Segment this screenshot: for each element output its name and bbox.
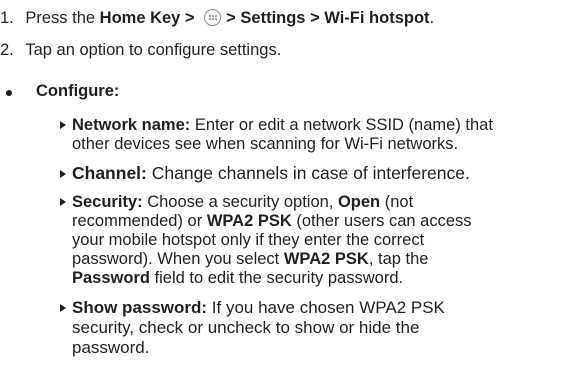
option-text: Change channels in case of interference. bbox=[146, 163, 470, 183]
option-text: field to edit the security password. bbox=[149, 269, 404, 287]
option-show-password-l3: password. bbox=[72, 338, 149, 358]
option-text: password. bbox=[72, 338, 150, 357]
option-channel: Channel: Change channels in case of inte… bbox=[60, 163, 470, 183]
password-field-label: Password bbox=[72, 269, 150, 287]
option-text: other devices see when scanning for Wi-F… bbox=[72, 135, 459, 153]
option-text: Choose a security option, bbox=[142, 193, 338, 211]
option-label: Channel: bbox=[72, 163, 147, 183]
option-label: Security: bbox=[72, 193, 143, 211]
configure-heading: Configure: bbox=[36, 81, 119, 101]
option-text: security, check or uncheck to show or hi… bbox=[72, 318, 420, 337]
step-number: 1. bbox=[0, 9, 14, 27]
option-text: (other users can access bbox=[291, 212, 472, 230]
triangle-bullet-icon bbox=[60, 304, 66, 312]
option-text: (not bbox=[380, 193, 414, 211]
option-text: password). When you select bbox=[72, 250, 284, 268]
triangle-bullet-icon bbox=[60, 198, 66, 206]
option-security-l4: password). When you select WPA2 PSK, tap… bbox=[72, 249, 428, 269]
wpa2-option: WPA2 PSK bbox=[206, 212, 292, 230]
step-text: Press the bbox=[25, 9, 100, 27]
step-1: 1. Press the Home Key > > Settings > Wi-… bbox=[0, 8, 434, 28]
triangle-bullet-icon bbox=[60, 170, 66, 178]
configure-label: Configure: bbox=[36, 82, 120, 100]
option-text: your mobile hotspot only if they enter t… bbox=[72, 231, 425, 249]
option-security: Security: Choose a security option, Open… bbox=[60, 192, 413, 212]
option-network-name: Network name: Enter or edit a network SS… bbox=[60, 115, 493, 135]
triangle-bullet-icon bbox=[60, 121, 66, 129]
option-text: Enter or edit a network SSID (name) that bbox=[190, 116, 493, 134]
bullet-dot bbox=[6, 90, 12, 96]
option-security-l2: recommended) or WPA2 PSK (other users ca… bbox=[72, 211, 472, 231]
step-text: Tap an option to configure settings. bbox=[25, 41, 282, 59]
step-end-period: . bbox=[429, 9, 435, 27]
step-number: 2. bbox=[0, 41, 14, 59]
wpa2-option: WPA2 PSK bbox=[283, 250, 369, 268]
home-key-label: Home Key > bbox=[99, 9, 195, 27]
option-text: If you have chosen WPA2 PSK bbox=[207, 298, 445, 317]
open-option: Open bbox=[337, 193, 381, 211]
option-network-name-cont: other devices see when scanning for Wi-F… bbox=[72, 134, 458, 154]
option-text: , tap the bbox=[368, 250, 429, 268]
option-show-password-l2: security, check or uncheck to show or hi… bbox=[72, 318, 419, 338]
option-security-l5: Password field to edit the security pass… bbox=[72, 268, 403, 288]
option-security-l3: your mobile hotspot only if they enter t… bbox=[72, 230, 424, 250]
option-label: Show password: bbox=[72, 298, 208, 317]
settings-path: > Settings > Wi-Fi hotspot bbox=[226, 9, 430, 27]
step-2: 2. Tap an option to configure settings. bbox=[0, 40, 281, 60]
option-show-password: Show password: If you have chosen WPA2 P… bbox=[60, 298, 445, 318]
option-text: recommended) or bbox=[72, 212, 207, 230]
option-label: Network name: bbox=[72, 116, 191, 134]
apps-grid-icon bbox=[204, 9, 222, 26]
